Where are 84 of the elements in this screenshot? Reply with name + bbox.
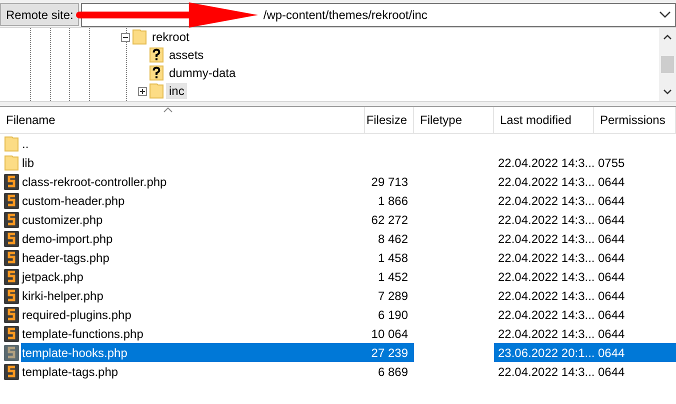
- filesize-cell-text: 10 064: [370, 326, 409, 342]
- modified-cell-text: 22.04.2022 14:3...: [497, 250, 594, 266]
- file-name[interactable]: ..: [21, 134, 365, 153]
- permissions-cell: 0644: [594, 343, 676, 362]
- file-name[interactable]: kirki-helper.php: [21, 286, 365, 305]
- file-name[interactable]: header-tags.php: [21, 248, 365, 267]
- tree-item[interactable]: dummy-data: [166, 65, 239, 81]
- filesize-cell-text: 1 458: [376, 250, 409, 266]
- tree-item[interactable]: assets: [166, 47, 207, 63]
- filesize-cell-text: 29 713: [370, 174, 409, 190]
- column-header[interactable]: Filesize: [365, 107, 414, 133]
- file-name[interactable]: template-tags.php: [21, 362, 365, 381]
- file-name[interactable]: template-functions.php: [21, 324, 365, 343]
- modified-cell-text: 22.04.2022 14:3...: [497, 326, 594, 342]
- file-icon: [4, 364, 19, 380]
- modified-cell-text: 22.04.2022 14:3...: [497, 268, 594, 286]
- filesize-cell-text: 8 462: [376, 230, 409, 248]
- column-header[interactable]: Filetype: [414, 107, 494, 133]
- permissions-cell-text: 0644: [597, 288, 626, 304]
- folder-icon: [149, 83, 164, 99]
- filesize-cell-text: 62 272: [370, 212, 409, 228]
- file-name[interactable]: custom-header.php: [21, 191, 365, 210]
- file-name[interactable]: template-hooks.php: [21, 343, 365, 362]
- column-header[interactable]: Permissions: [594, 107, 676, 133]
- unknown-folder-icon: [149, 47, 164, 63]
- folder-icon: [4, 136, 19, 152]
- remote-site-field[interactable]: /wp-content/themes/rekroot/inc: [82, 4, 657, 24]
- modified-cell-text: 22.04.2022 14:3...: [497, 192, 594, 210]
- file-name[interactable]: jetpack.php: [21, 267, 365, 286]
- modified-cell-text: 22.04.2022 14:3...: [497, 364, 594, 380]
- permissions-cell-text: 0644: [597, 174, 626, 190]
- unknown-folder-icon: [149, 65, 164, 81]
- remote-site-label: Remote site:: [0, 3, 80, 26]
- modified-cell-text: 22.04.2022 14:3...: [497, 288, 594, 304]
- scroll-down-icon[interactable]: [663, 89, 672, 95]
- file-icon: [4, 326, 19, 342]
- sort-caret-icon: [163, 107, 173, 113]
- file-name[interactable]: class-rekroot-controller.php: [21, 172, 365, 191]
- file-icon: [4, 230, 19, 246]
- modified-cell-text: 22.04.2022 14:3...: [497, 174, 594, 190]
- scroll-up-icon[interactable]: [663, 34, 672, 40]
- file-icon: [4, 306, 19, 322]
- filesize-cell: 27 239: [365, 343, 414, 362]
- file-icon: [4, 174, 19, 190]
- permissions-cell-text: 0755: [597, 154, 626, 172]
- permissions-cell-text: 0644: [597, 268, 626, 286]
- tree-item[interactable]: inc: [166, 83, 188, 99]
- permissions-cell-text: 0644: [597, 306, 626, 324]
- folder-icon: [132, 29, 147, 45]
- dropdown-caret-icon[interactable]: [657, 10, 673, 20]
- modified-cell-text: 22.04.2022 14:3...: [497, 230, 594, 248]
- permissions-cell-text: 0644: [597, 326, 626, 342]
- expand-icon[interactable]: [138, 86, 147, 96]
- tree-item[interactable]: rekroot: [149, 29, 192, 45]
- filesize-cell-text: 1 866: [376, 192, 409, 210]
- permissions-cell-text: 0644: [597, 230, 626, 248]
- modified-cell-text: 22.04.2022 14:3...: [497, 306, 594, 324]
- scroll-thumb[interactable]: [661, 56, 674, 73]
- file-name[interactable]: demo-import.php: [21, 229, 365, 248]
- file-name[interactable]: required-plugins.php: [21, 305, 365, 324]
- modified-cell: 23.06.2022 20:1...: [494, 343, 594, 362]
- permissions-cell-text: 0644: [597, 192, 626, 210]
- file-icon: [4, 344, 19, 360]
- filesize-cell-text: 7 289: [376, 288, 409, 304]
- permissions-cell-text: 0644: [597, 250, 626, 266]
- permissions-cell-text: 0644: [597, 212, 626, 228]
- file-name[interactable]: customizer.php: [21, 210, 365, 229]
- modified-cell-text: 22.04.2022 14:3...: [497, 154, 594, 172]
- column-header[interactable]: Filename: [0, 107, 365, 133]
- collapse-icon[interactable]: [121, 32, 130, 42]
- file-icon: [4, 250, 19, 266]
- file-icon: [4, 192, 19, 208]
- filesize-cell-text: 6 190: [376, 306, 409, 324]
- filesize-cell-text: 1 452: [376, 268, 409, 286]
- modified-cell-text: 22.04.2022 14:3...: [497, 212, 594, 228]
- scrollbar[interactable]: [659, 28, 676, 101]
- filesize-cell-text: 6 869: [376, 364, 409, 380]
- permissions-cell-text: 0644: [597, 364, 626, 380]
- file-icon: [4, 288, 19, 304]
- file-icon: [4, 268, 19, 284]
- column-header[interactable]: Last modified: [494, 107, 594, 133]
- folder-icon: [4, 154, 19, 170]
- file-icon: [4, 212, 19, 228]
- file-name[interactable]: lib: [21, 153, 365, 172]
